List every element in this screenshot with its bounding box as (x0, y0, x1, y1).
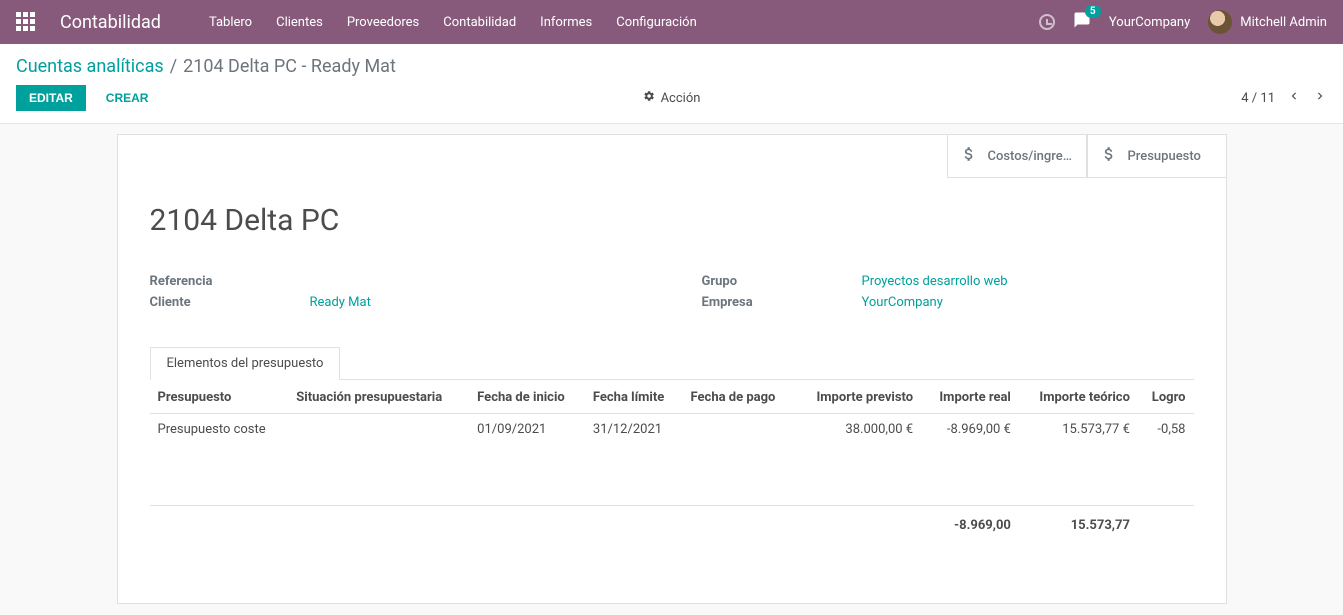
footer-theoretical: 15.573,77 (1019, 505, 1138, 545)
nav-items: Tablero Clientes Proveedores Contabilida… (209, 15, 697, 30)
dollar-icon (1100, 145, 1118, 167)
gear-icon (643, 90, 655, 106)
apps-icon[interactable] (16, 12, 36, 32)
field-label-company: Empresa (702, 295, 862, 310)
navbar: Contabilidad Tablero Clientes Proveedore… (0, 0, 1343, 44)
breadcrumb-separator: / (170, 56, 177, 77)
cell-achieve: -0,58 (1138, 414, 1194, 446)
record-title: 2104 Delta PC (150, 203, 1194, 238)
nav-right: 5 YourCompany Mitchell Admin (1039, 10, 1327, 34)
th-planned[interactable]: Importe previsto (795, 380, 921, 414)
cell-end: 31/12/2021 (585, 414, 683, 446)
avatar (1208, 10, 1232, 34)
nav-item-configuracion[interactable]: Configuración (616, 15, 697, 30)
cell-real: -8.969,00 € (921, 414, 1019, 446)
activity-icon[interactable] (1039, 14, 1055, 30)
tabs: Elementos del presupuesto (150, 346, 1194, 380)
table-footer-row: -8.969,00 15.573,77 (150, 505, 1194, 545)
stat-buttons: Costos/ingre… Presupuesto (947, 134, 1227, 178)
field-company: Empresa YourCompany (702, 295, 1194, 310)
sheet-body: 2104 Delta PC Referencia Cliente Ready M… (118, 135, 1226, 569)
pager: 4 / 11 (1241, 89, 1327, 107)
table-row[interactable]: Presupuesto coste 01/09/2021 31/12/2021 … (150, 414, 1194, 446)
edit-button[interactable]: Editar (16, 85, 86, 111)
field-label-group: Grupo (702, 274, 862, 289)
action-dropdown-label: Acción (661, 91, 701, 106)
company-switcher[interactable]: YourCompany (1109, 15, 1190, 30)
dollar-icon (960, 145, 978, 167)
content-scroll[interactable]: Costos/ingre… Presupuesto 2104 Delta PC … (0, 124, 1343, 611)
table-spacer (150, 445, 1194, 505)
stat-button-budget[interactable]: Presupuesto (1087, 134, 1227, 178)
breadcrumb-root[interactable]: Cuentas analíticas (16, 56, 164, 77)
fields-col-left: Referencia Cliente Ready Mat (150, 274, 642, 316)
nav-item-clientes[interactable]: Clientes (276, 15, 323, 30)
messaging-badge: 5 (1085, 5, 1101, 18)
fields-row: Referencia Cliente Ready Mat Grupo Proye… (150, 274, 1194, 316)
pager-prev[interactable] (1287, 89, 1301, 107)
th-theoretical[interactable]: Importe teórico (1019, 380, 1138, 414)
field-reference: Referencia (150, 274, 642, 289)
th-real[interactable]: Importe real (921, 380, 1019, 414)
pager-text[interactable]: 4 / 11 (1241, 91, 1275, 106)
th-start[interactable]: Fecha de inicio (469, 380, 585, 414)
breadcrumb-current: 2104 Delta PC - Ready Mat (183, 56, 396, 77)
pager-next[interactable] (1313, 89, 1327, 107)
th-end[interactable]: Fecha límite (585, 380, 683, 414)
field-label-reference: Referencia (150, 274, 310, 289)
th-budget[interactable]: Presupuesto (150, 380, 289, 414)
user-menu[interactable]: Mitchell Admin (1208, 10, 1327, 34)
nav-item-tablero[interactable]: Tablero (209, 15, 252, 30)
budget-table: Presupuesto Situación presupuestaria Fec… (150, 380, 1194, 545)
footer-real: -8.969,00 (921, 505, 1019, 545)
messaging-button[interactable]: 5 (1073, 11, 1091, 33)
field-value-company[interactable]: YourCompany (862, 295, 943, 310)
cell-paid (683, 414, 796, 446)
field-value-customer[interactable]: Ready Mat (310, 295, 371, 310)
cell-start: 01/09/2021 (469, 414, 585, 446)
tab-budget-items[interactable]: Elementos del presupuesto (150, 347, 341, 380)
table-header-row: Presupuesto Situación presupuestaria Fec… (150, 380, 1194, 414)
stat-label-costs: Costos/ingre… (988, 149, 1074, 164)
field-group: Grupo Proyectos desarrollo web (702, 274, 1194, 289)
action-dropdown[interactable]: Acción (643, 90, 701, 106)
form-sheet: Costos/ingre… Presupuesto 2104 Delta PC … (117, 134, 1227, 604)
stat-label-budget: Presupuesto (1128, 149, 1214, 164)
nav-item-informes[interactable]: Informes (540, 15, 592, 30)
nav-item-proveedores[interactable]: Proveedores (347, 15, 419, 30)
user-name: Mitchell Admin (1240, 15, 1327, 30)
fields-col-right: Grupo Proyectos desarrollo web Empresa Y… (702, 274, 1194, 316)
th-situation[interactable]: Situación presupuestaria (288, 380, 469, 414)
create-button[interactable]: Crear (94, 86, 161, 110)
app-brand[interactable]: Contabilidad (60, 12, 161, 33)
cell-planned: 38.000,00 € (795, 414, 921, 446)
cell-theoretical: 15.573,77 € (1019, 414, 1138, 446)
stat-button-costs[interactable]: Costos/ingre… (947, 134, 1087, 178)
nav-item-contabilidad[interactable]: Contabilidad (443, 15, 516, 30)
th-paid[interactable]: Fecha de pago (683, 380, 796, 414)
cell-situation (288, 414, 469, 446)
control-bar: Cuentas analíticas / 2104 Delta PC - Rea… (0, 44, 1343, 124)
field-customer: Cliente Ready Mat (150, 295, 642, 310)
field-value-group[interactable]: Proyectos desarrollo web (862, 274, 1008, 289)
breadcrumb: Cuentas analíticas / 2104 Delta PC - Rea… (0, 44, 1343, 81)
th-achieve[interactable]: Logro (1138, 380, 1194, 414)
actions-row: Editar Crear Acción 4 / 11 (0, 81, 1343, 123)
cell-budget: Presupuesto coste (150, 414, 289, 446)
field-label-customer: Cliente (150, 295, 310, 310)
